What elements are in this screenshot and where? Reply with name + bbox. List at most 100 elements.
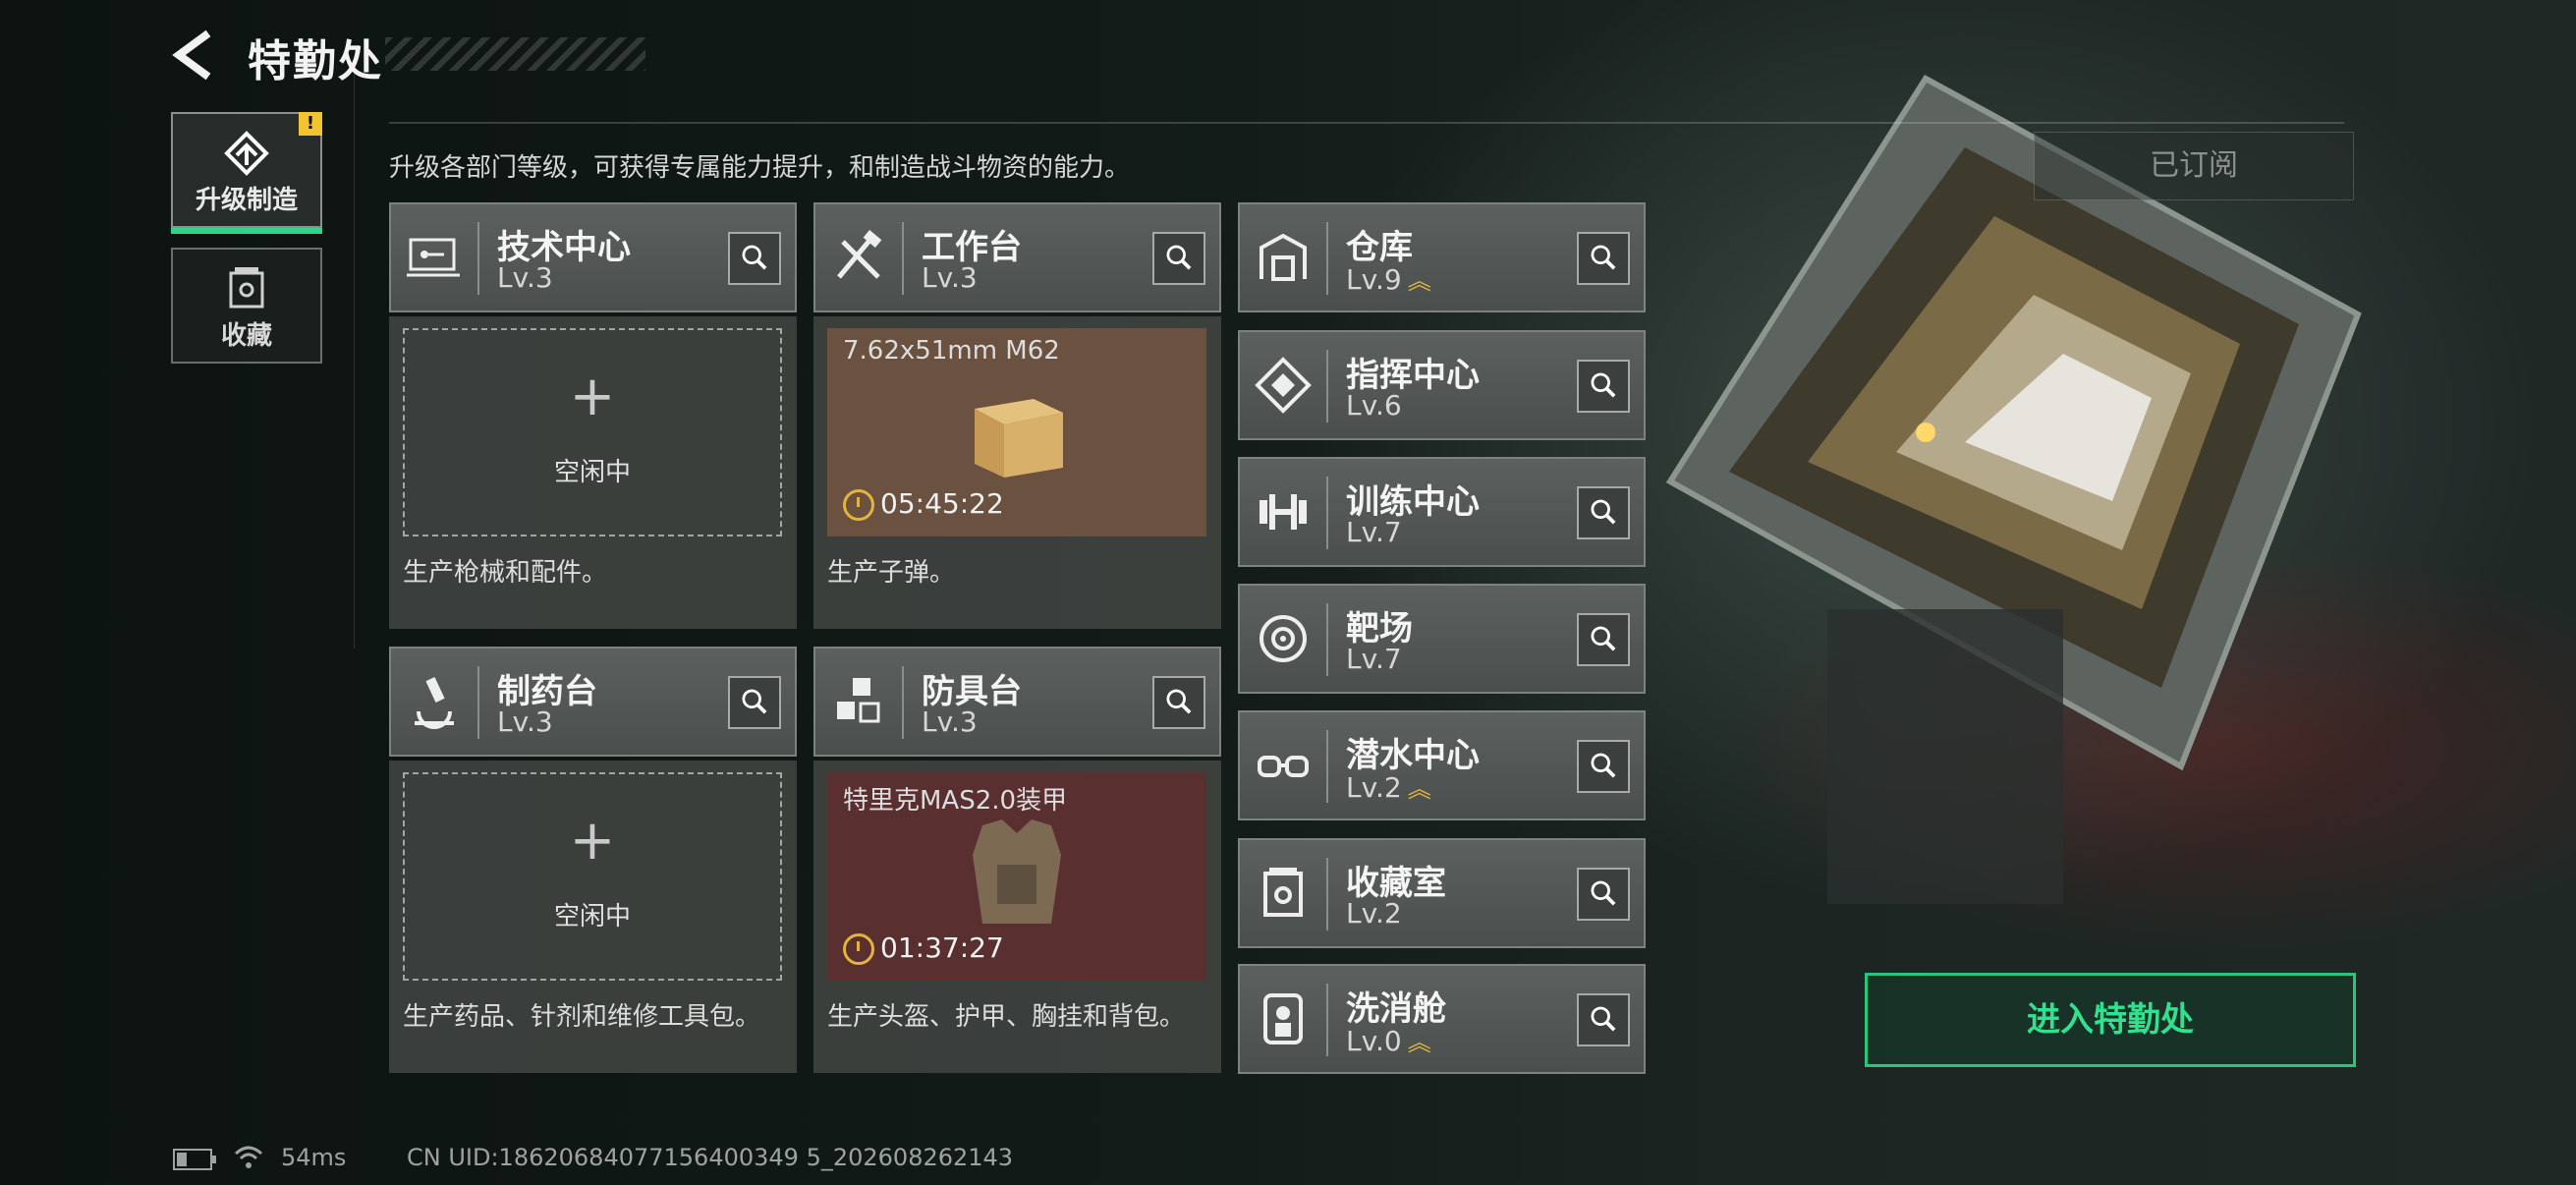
separator [1326, 858, 1328, 931]
search-icon[interactable] [1152, 232, 1205, 285]
station-row[interactable]: 仓库 Lv.9 ︽ [1238, 202, 1646, 312]
user-uid: CN UID:18620684077156400349 5_2026082621… [407, 1144, 1014, 1171]
upgrade-craft-icon [224, 131, 269, 176]
production-slot[interactable]: 特里克MAS2.0装甲 01:37:27 [827, 772, 1206, 981]
separator [1326, 477, 1328, 549]
station-note: 生产枪械和配件。 [403, 558, 608, 588]
station-level: Lv.7 [1346, 516, 1402, 548]
collection-icon [1263, 868, 1303, 917]
station-row[interactable]: 靶场 Lv.7 [1238, 584, 1646, 694]
station-level: Lv.2 [1346, 771, 1402, 804]
armor-vest-icon [973, 819, 1061, 924]
station-armor-bench[interactable]: 防具台 Lv.3 [813, 647, 1221, 757]
tools-icon [837, 230, 882, 279]
station-note: 生产头盔、护甲、胸挂和背包。 [827, 1002, 1186, 1032]
search-icon[interactable] [1577, 232, 1630, 285]
microscope-icon [415, 677, 454, 729]
station-row[interactable]: 训练中心 Lv.7 [1238, 457, 1646, 567]
alert-badge: ! [299, 112, 322, 136]
production-slot[interactable]: 7.62x51mm M62 05:45:22 [827, 328, 1206, 536]
nav-tab-upgrade-craft[interactable]: ! 升级制造 [171, 112, 322, 234]
nav-tab-collection[interactable]: 收藏 [171, 248, 322, 364]
search-icon[interactable] [1577, 740, 1630, 793]
production-card: 7.62x51mm M62 05:45:22 生产子弹。 [813, 316, 1221, 629]
search-icon[interactable] [728, 232, 781, 285]
idle-slot[interactable]: + 空闲中 [403, 328, 782, 536]
station-level-row: Lv.6 [1346, 389, 1402, 422]
search-icon[interactable] [1152, 676, 1205, 729]
add-icon: + [569, 365, 616, 428]
station-level: Lv.3 [497, 261, 553, 294]
timer-text: 05:45:22 [880, 487, 1004, 520]
idle-label: 空闲中 [553, 902, 631, 931]
separator [902, 666, 904, 739]
search-icon[interactable] [1577, 360, 1630, 413]
enter-special-ops-button[interactable]: 进入特勤处 [1865, 973, 2356, 1067]
wifi-icon [234, 1146, 263, 1168]
timer-icon [843, 489, 874, 521]
separator [1326, 350, 1328, 423]
station-workbench[interactable]: 工作台 Lv.3 [813, 202, 1221, 312]
station-level: Lv.3 [922, 261, 978, 294]
divider-line [389, 122, 2344, 124]
station-level: Lv.3 [922, 705, 978, 738]
upgrade-arrow-icon: ︽ [1407, 1029, 1431, 1056]
dumbbell-icon [1260, 494, 1307, 530]
search-icon[interactable] [1577, 486, 1630, 539]
subscribed-status: 已订阅 [2034, 132, 2354, 200]
station-level: Lv.3 [497, 705, 553, 738]
circuit-board-icon [407, 238, 460, 277]
command-icon [1255, 357, 1312, 414]
separator [902, 222, 904, 295]
search-icon[interactable] [1577, 993, 1630, 1046]
nav-label: 收藏 [220, 321, 272, 351]
idle-slot[interactable]: + 空闲中 [403, 772, 782, 981]
station-row[interactable]: 洗消舱 Lv.0 ︽ [1238, 964, 1646, 1074]
station-level-row: Lv.2 ︽ [1346, 769, 1431, 804]
production-card: + 空闲中 生产枪械和配件。 [389, 316, 797, 629]
station-level-row: Lv.2 [1346, 897, 1402, 930]
title-decoration [385, 37, 645, 71]
search-icon[interactable] [1577, 868, 1630, 921]
upgrade-arrow-icon: ︽ [1407, 775, 1431, 803]
section-description: 升级各部门等级，可获得专属能力提升，和制造战斗物资的能力。 [389, 153, 1131, 183]
station-note: 生产药品、针剂和维修工具包。 [403, 1002, 761, 1032]
search-icon[interactable] [728, 676, 781, 729]
station-row[interactable]: 收藏室 Lv.2 [1238, 838, 1646, 948]
divider-line [354, 59, 355, 649]
production-card: 特里克MAS2.0装甲 01:37:27 生产头盔、护甲、胸挂和背包。 [813, 761, 1221, 1073]
search-icon[interactable] [1577, 613, 1630, 666]
production-timer: 01:37:27 [843, 931, 1004, 965]
upgrade-arrow-icon: ︽ [1407, 267, 1431, 295]
ping-readout: 54ms [281, 1144, 347, 1171]
back-arrow-icon[interactable] [169, 28, 216, 83]
product-name: 特里克MAS2.0装甲 [843, 786, 1068, 816]
station-pharmacy[interactable]: 制药台 Lv.3 [389, 647, 797, 757]
target-icon [1260, 615, 1307, 662]
collection-icon [229, 267, 264, 309]
station-level-row: Lv.0 ︽ [1346, 1023, 1431, 1057]
station-level-row: Lv.7 [1346, 516, 1402, 548]
add-icon: + [569, 809, 616, 873]
station-level: Lv.6 [1346, 389, 1402, 422]
idle-label: 空闲中 [553, 458, 631, 487]
production-timer: 05:45:22 [843, 487, 1004, 521]
production-card: + 空闲中 生产药品、针剂和维修工具包。 [389, 761, 797, 1073]
station-level-row: Lv.7 [1346, 643, 1402, 675]
separator [1326, 730, 1328, 803]
station-tech-center[interactable]: 技术中心 Lv.3 [389, 202, 797, 312]
nav-label: 升级制造 [195, 186, 298, 215]
battery-icon [173, 1149, 216, 1170]
warehouse-icon [1260, 233, 1307, 281]
station-level-row: Lv.9 ︽ [1346, 261, 1431, 296]
diving-goggles-icon [1258, 756, 1309, 777]
station-row[interactable]: 潜水中心 Lv.2 ︽ [1238, 710, 1646, 820]
separator [1326, 222, 1328, 295]
timer-text: 01:37:27 [880, 931, 1004, 964]
separator [1326, 984, 1328, 1056]
decontamination-icon [1263, 993, 1303, 1044]
station-level: Lv.9 [1346, 263, 1402, 296]
ammo-box-icon [975, 399, 1063, 478]
station-row[interactable]: 指挥中心 Lv.6 [1238, 330, 1646, 440]
page-title: 特勤处 [248, 36, 383, 86]
